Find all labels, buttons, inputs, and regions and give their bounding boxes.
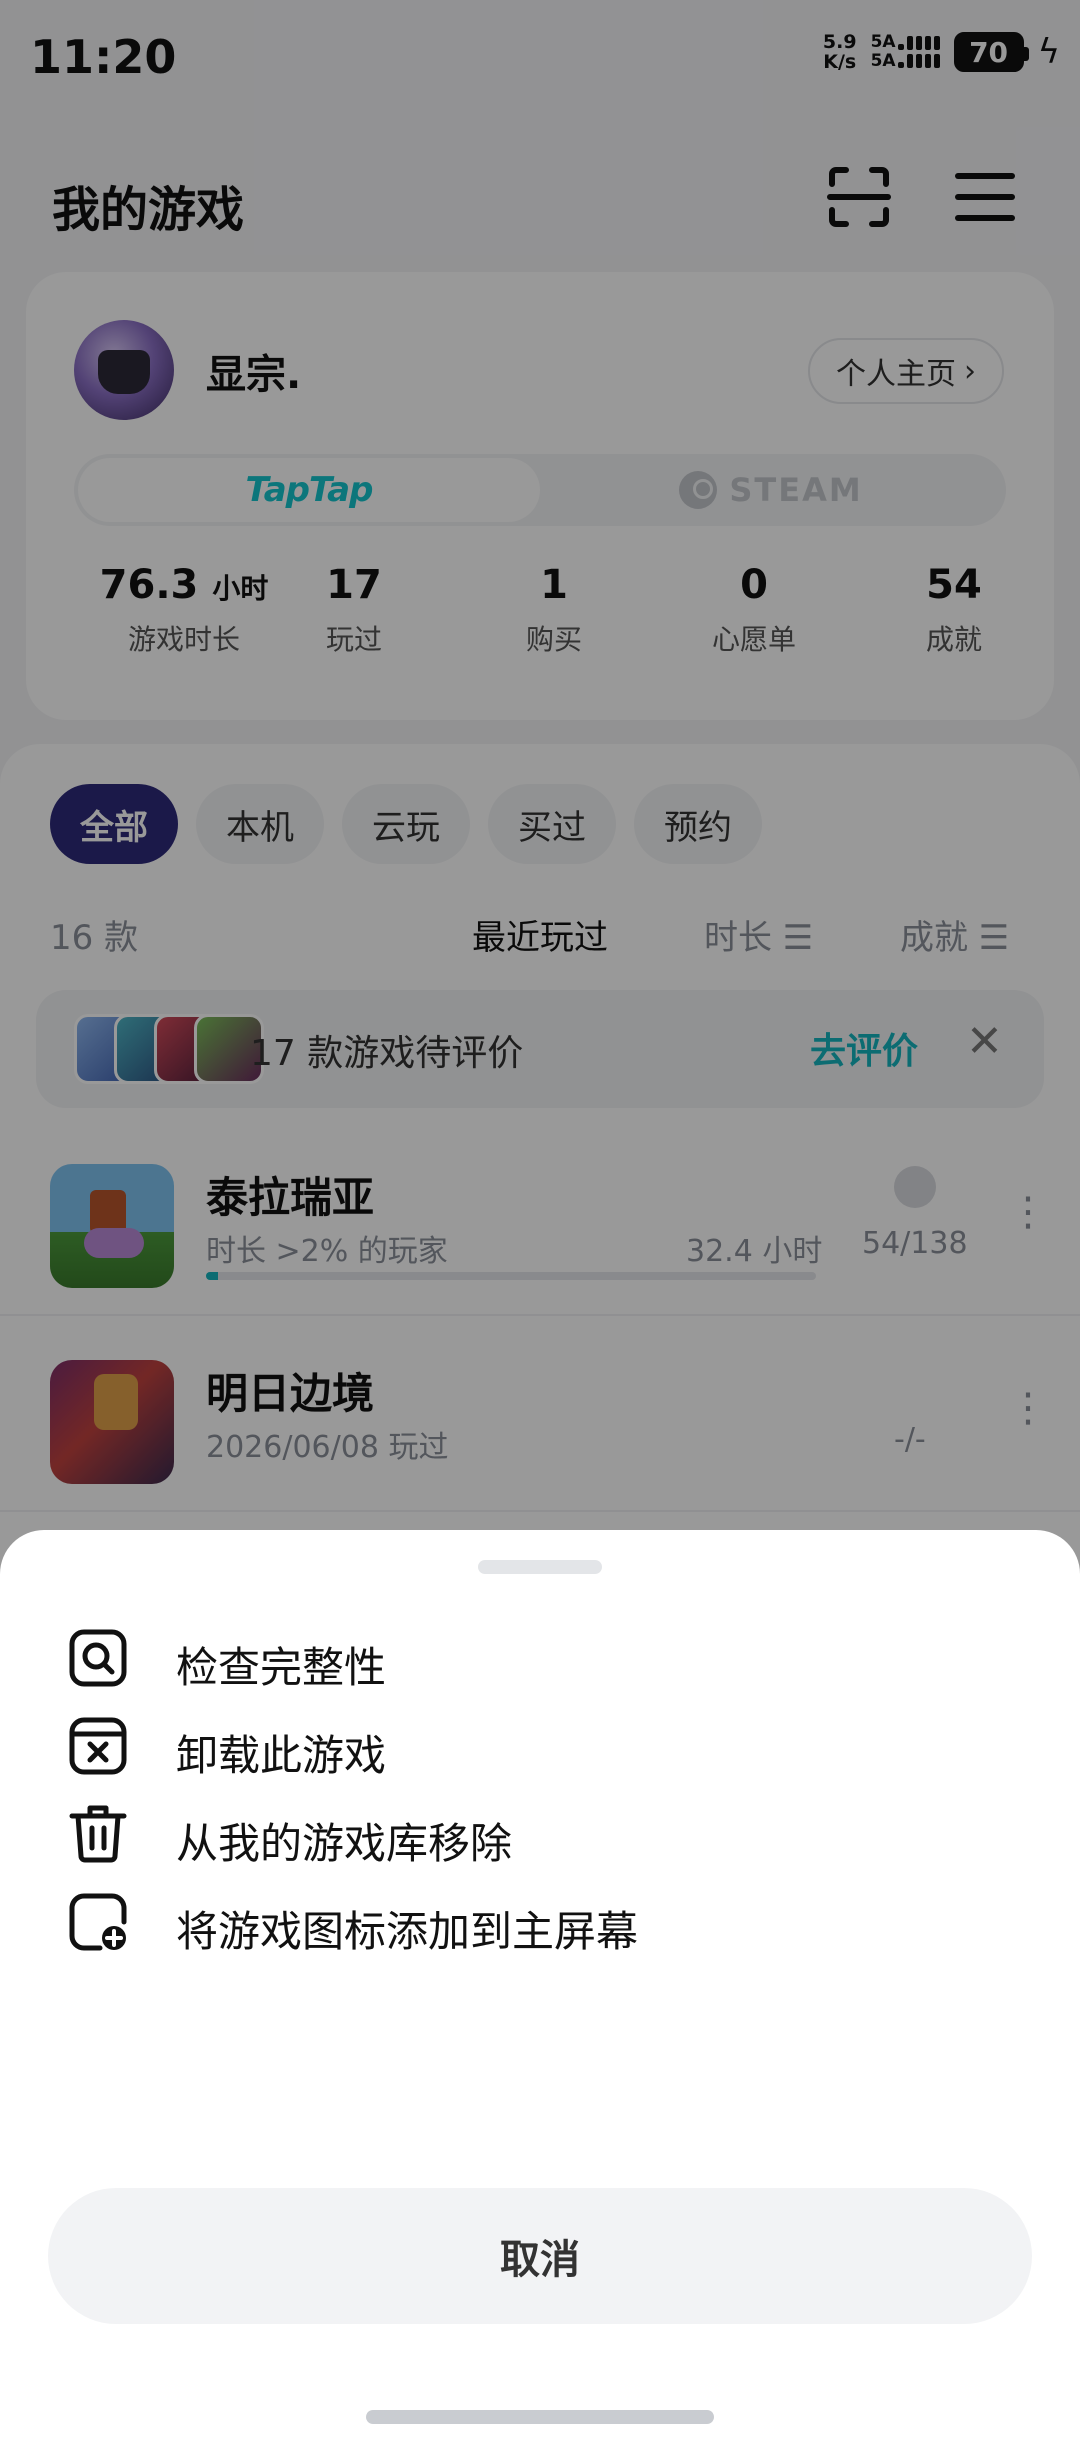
sheet-item-add-to-home[interactable]: 将游戏图标添加到主屏幕 — [0, 1854, 1080, 1990]
home-indicator[interactable] — [366, 2410, 714, 2424]
action-sheet: 检查完整性 卸载此游戏 从我的游戏库移除 将游戏图标添加到主屏幕 取消 — [0, 1530, 1080, 2440]
add-to-home-icon — [69, 1893, 127, 1951]
game-library-page: 11:20 5.9 K/s 5A 5A 70 ϟ 我的游戏 显宗. 个人主页 ›… — [0, 0, 1080, 2440]
sheet-drag-handle[interactable] — [478, 1560, 602, 1574]
cancel-button[interactable]: 取消 — [48, 2188, 1032, 2324]
